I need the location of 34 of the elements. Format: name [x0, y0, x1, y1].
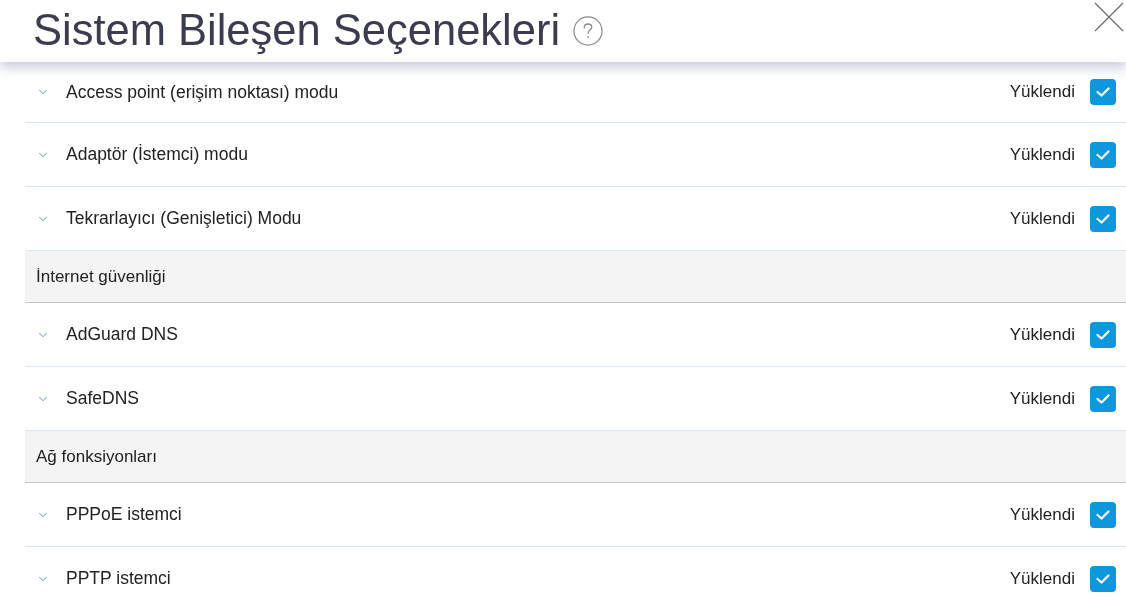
- section-header: İnternet güvenliği: [25, 251, 1126, 303]
- checkmark-icon: [1096, 393, 1110, 404]
- component-name: Tekrarlayıcı (Genişletici) Modu: [66, 207, 302, 231]
- checkbox[interactable]: [1090, 501, 1116, 528]
- status-label: Yüklendi: [1009, 503, 1075, 526]
- checkmark-icon: [1096, 149, 1110, 160]
- checkbox[interactable]: [1090, 385, 1116, 412]
- status-label: Yüklendi: [1009, 143, 1075, 166]
- checkmark-icon: [1096, 87, 1110, 97]
- status-label: Yüklendi: [1009, 81, 1075, 104]
- close-button[interactable]: [1094, 2, 1124, 32]
- component-name: SafeDNS: [66, 387, 139, 411]
- component-name: PPTP istemci: [66, 567, 171, 591]
- checkmark-icon: [1096, 329, 1110, 340]
- checkmark-icon: [1096, 509, 1110, 520]
- status-label: Yüklendi: [1009, 387, 1075, 410]
- checkbox[interactable]: [1090, 565, 1116, 592]
- component-name: AdGuard DNS: [66, 323, 178, 347]
- component-name: Adaptör (İstemci) modu: [66, 143, 248, 167]
- status-label: Yüklendi: [1009, 207, 1075, 230]
- checkbox[interactable]: [1090, 79, 1116, 105]
- checkmark-icon: [1096, 213, 1110, 224]
- checkmark-icon: [1096, 573, 1110, 584]
- dialog-title: Sistem Bileşen Seçenekleri: [33, 9, 561, 53]
- component-name: Access point (erişim noktası) modu: [66, 80, 339, 104]
- status-label: Yüklendi: [1009, 567, 1075, 590]
- status-label: Yüklendi: [1009, 323, 1075, 346]
- help-icon[interactable]: [573, 16, 604, 46]
- checkbox[interactable]: [1090, 321, 1116, 348]
- component-name: PPPoE istemci: [66, 503, 182, 527]
- close-icon: [1094, 2, 1124, 32]
- checkbox[interactable]: [1090, 205, 1116, 232]
- checkbox[interactable]: [1090, 141, 1116, 168]
- section-header: Ağ fonksiyonları: [25, 431, 1126, 483]
